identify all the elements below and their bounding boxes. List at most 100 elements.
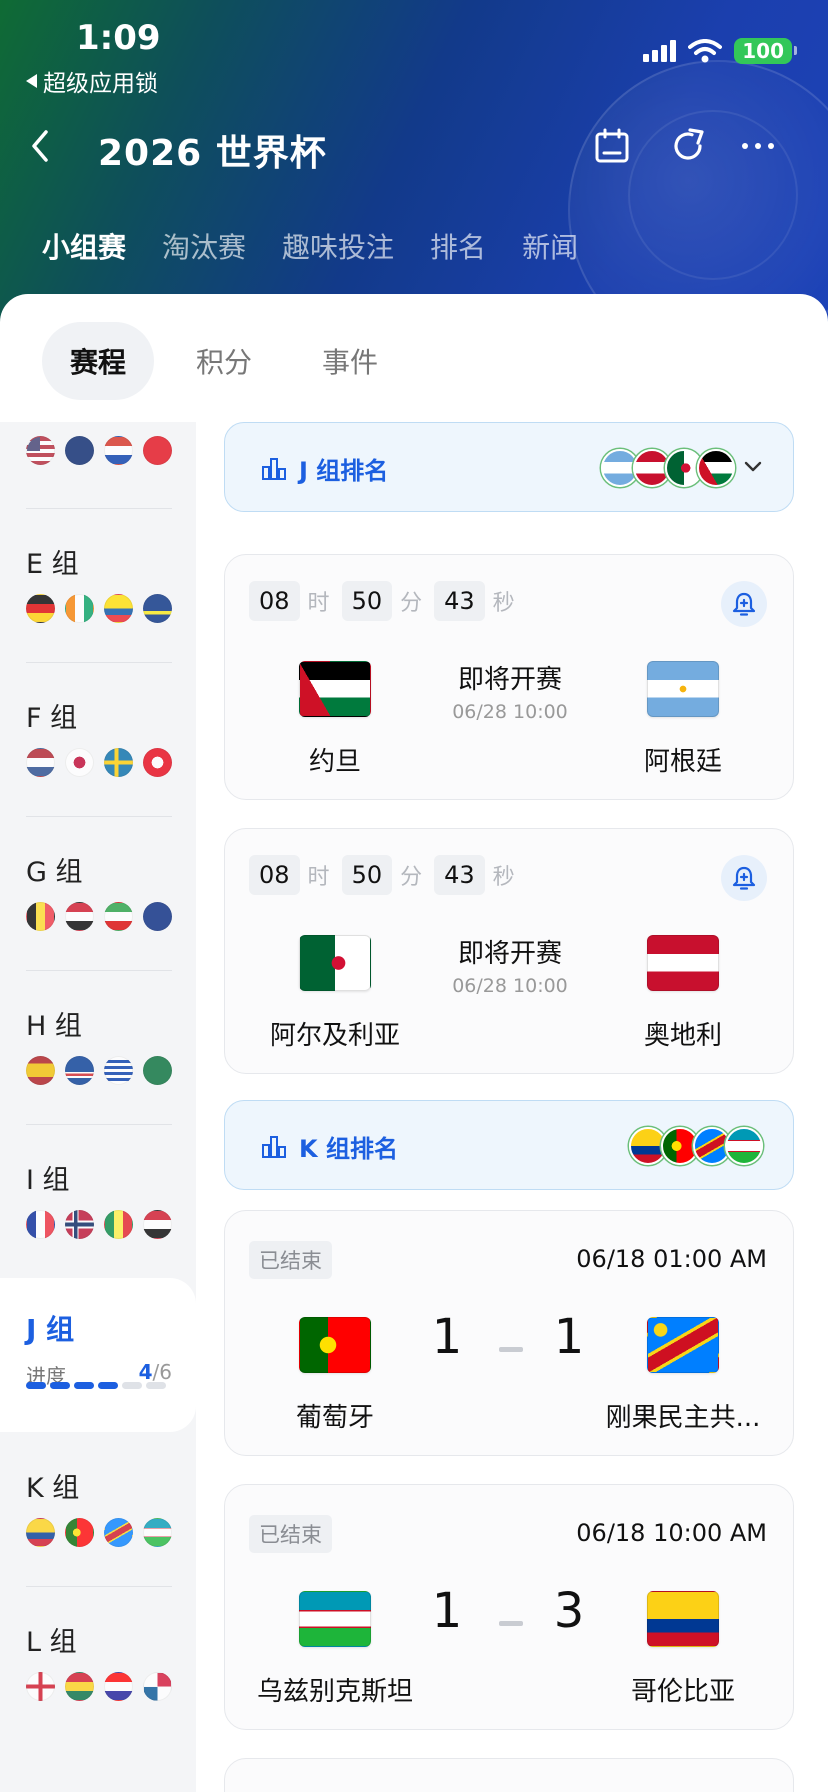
sidebar-group-e[interactable]: E 组 [0,508,196,662]
calendar-icon[interactable] [592,126,632,166]
countdown-minutes: 50 [341,581,393,621]
away-team: 刚果民主共... [605,1403,761,1433]
away-score: 3 [553,1583,585,1639]
colombia-flag-icon [26,1518,55,1547]
ranking-label: K 组排名 [299,1135,398,1163]
match-status: 即将开赛 [457,665,562,695]
jordan-flag-icon [697,449,735,487]
top-tabs: 小组赛 淘汰赛 趣味投注 排名 新闻 [42,226,578,266]
ranking-chart-icon [262,458,286,480]
tab-news[interactable]: 新闻 [522,226,578,266]
seconds-unit: 秒 [492,591,515,616]
minutes-unit: 分 [400,865,423,890]
home-team: 乌兹别克斯坦 [256,1677,413,1707]
countdown-hours: 08 [249,855,300,895]
germany-flag-icon [26,594,55,623]
uruguay-flag-icon [104,1056,133,1085]
chevron-down-icon[interactable] [743,457,763,477]
group-name: L 组 [26,1627,77,1658]
netherlands-flag-icon [26,748,55,777]
match-time: 06/28 10:00 [452,701,568,723]
australia-flag-icon [65,436,94,465]
tab-rankings[interactable]: 排名 [430,226,486,266]
match-status: 即将开赛 [457,939,562,969]
group-name: J 组 [26,1313,75,1346]
group-name: H 组 [26,1011,82,1042]
curacao-flag-icon [143,594,172,623]
group-name: G 组 [26,857,83,888]
sidebar-group-k[interactable]: K 组 [0,1432,196,1586]
tab-group-stage[interactable]: 小组赛 [42,226,126,266]
colombia-flag-icon [647,1591,719,1647]
japan-flag-icon [65,748,94,777]
group-sidebar: E 组 F 组 G 组 H 组 I 组 J 组 进度 4/6 K 组 L 组 [0,422,196,1792]
ranking-flags [601,449,735,487]
back-to-app[interactable]: 超级应用锁 [26,64,158,98]
ranking-flags [629,1127,763,1165]
match-state-badge: 已结束 [249,1241,332,1279]
reminder-bell-button[interactable] [721,855,767,901]
battery-indicator: 100 [734,38,797,64]
signal-icon [643,40,677,62]
back-app-label: 超级应用锁 [43,71,158,97]
new-zealand-flag-icon [143,902,172,931]
countdown-minutes: 50 [341,855,393,895]
group-k-ranking-bar[interactable]: K 组排名 [224,1100,794,1190]
sidebar-group-f[interactable]: F 组 [0,662,196,816]
status-time: 1:09 [76,18,161,58]
austria-flag-icon [647,935,719,991]
match-card-partial[interactable] [224,1758,794,1792]
sidebar-group-i[interactable]: I 组 [0,1124,196,1278]
ghana-flag-icon [65,1672,94,1701]
croatia-flag-icon [104,1672,133,1701]
argentina-flag-icon [647,661,719,717]
match-card-jordan-argentina[interactable]: 08 时 50 分 43 秒 即将开赛 06/28 10:00 约旦 阿根廷 [224,554,794,800]
jordan-flag-icon [299,661,371,717]
group-name: K 组 [26,1473,80,1504]
away-team: 阿根廷 [643,747,722,777]
bell-plus-icon [732,866,756,890]
tab-knockout[interactable]: 淘汰赛 [162,226,246,266]
spain-flag-icon [26,1056,55,1085]
egypt-flag-icon [65,902,94,931]
match-card-uzbekistan-colombia[interactable]: 已结束 06/18 10:00 AM 1 3 乌兹别克斯坦 哥伦比亚 [224,1484,794,1730]
england-flag-icon [26,1672,55,1701]
seconds-unit: 秒 [492,865,515,890]
match-card-algeria-austria[interactable]: 08 时 50 分 43 秒 即将开赛 06/28 10:00 阿尔及利亚 奥地… [224,828,794,1074]
portugal-flag-icon [65,1518,94,1547]
reminder-bell-button[interactable] [721,581,767,627]
back-arrow-icon[interactable] [26,126,56,166]
countdown-seconds: 43 [434,855,485,895]
sidebar-group-h[interactable]: H 组 [0,970,196,1124]
countdown-seconds: 43 [434,581,485,621]
more-icon[interactable] [742,126,782,166]
match-time: 06/18 01:00 AM [576,1245,767,1273]
sidebar-group-g[interactable]: G 组 [0,816,196,970]
share-icon[interactable] [668,126,708,166]
norway-flag-icon [65,1210,94,1239]
tab-fun-betting[interactable]: 趣味投注 [282,226,394,266]
group-j-ranking-bar[interactable]: J 组排名 [224,422,794,512]
home-team: 阿尔及利亚 [269,1021,400,1051]
subtab-events[interactable]: 事件 [294,322,406,400]
countdown: 08 时 50 分 43 秒 [249,581,519,621]
group-flags [26,594,172,623]
group-d-flags[interactable] [26,436,172,465]
ranking-chart-icon [262,1136,286,1158]
subtab-schedule[interactable]: 赛程 [42,322,155,400]
match-card-portugal-drcongo[interactable]: 已结束 06/18 01:00 AM 1 1 葡萄牙 刚果民主共... [224,1210,794,1456]
group-flags [26,1210,172,1239]
subtab-points[interactable]: 积分 [168,322,280,400]
sidebar-group-l[interactable]: L 组 [0,1586,196,1740]
group-flags [26,1518,172,1547]
home-score: 1 [431,1583,463,1639]
panama-flag-icon [143,1672,172,1701]
home-team: 约旦 [308,747,361,777]
group-flags [26,1056,172,1085]
senegal-flag-icon [104,1210,133,1239]
minutes-unit: 分 [400,591,423,616]
bell-plus-icon [732,592,756,616]
usa-flag-icon [26,436,55,465]
away-score: 1 [553,1309,585,1365]
sidebar-group-j[interactable]: J 组 进度 4/6 [0,1278,196,1432]
